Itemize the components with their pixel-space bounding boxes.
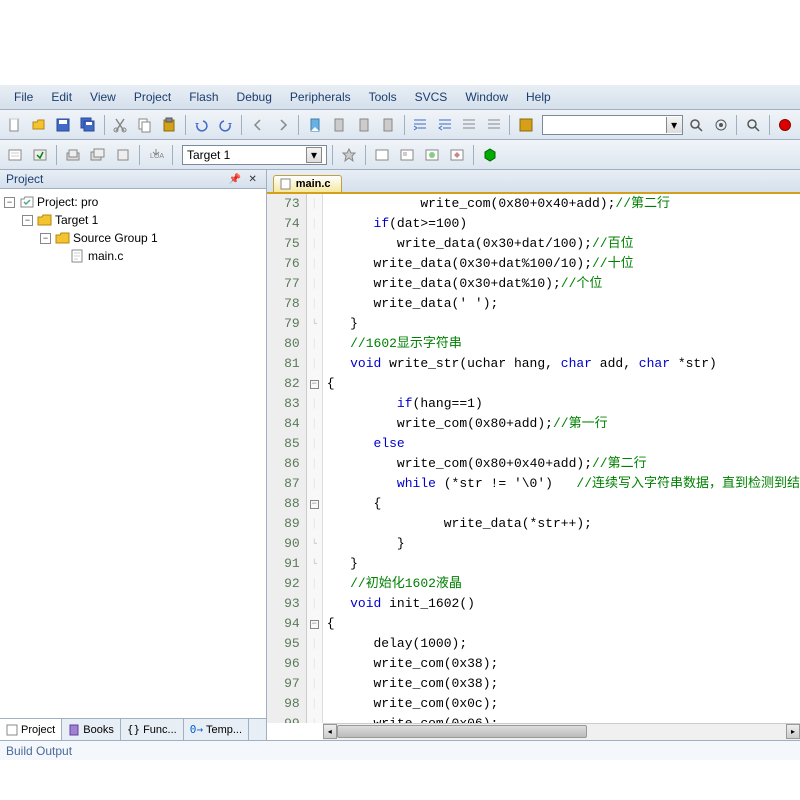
group-label: Source Group 1: [73, 231, 158, 245]
translate-icon[interactable]: [4, 144, 26, 166]
project-icon: [19, 195, 35, 209]
build-toolbar: LOAD Target 1 ▾: [0, 140, 800, 170]
tab-project[interactable]: Project: [0, 719, 62, 740]
menu-window[interactable]: Window: [457, 88, 516, 106]
target-label: Target 1: [55, 213, 98, 227]
build-output-title: Build Output: [6, 744, 72, 758]
main-toolbar: ▾: [0, 110, 800, 140]
c-file-icon: [70, 249, 86, 263]
menu-bar: FileEditViewProjectFlashDebugPeripherals…: [0, 85, 800, 110]
batch-build-icon[interactable]: [87, 144, 109, 166]
tab-templates[interactable]: 0→Temp...: [184, 719, 249, 740]
close-panel-icon[interactable]: ✕: [246, 172, 260, 186]
rebuild-icon[interactable]: [62, 144, 84, 166]
manage-3-icon[interactable]: [421, 144, 443, 166]
paste-icon[interactable]: [158, 114, 179, 136]
find-icon[interactable]: [515, 114, 536, 136]
nav-fwd-icon[interactable]: [272, 114, 293, 136]
horizontal-scrollbar[interactable]: ◂ ▸: [323, 723, 800, 740]
find-in-files-icon[interactable]: [686, 114, 707, 136]
build-icon[interactable]: [29, 144, 51, 166]
menu-flash[interactable]: Flash: [181, 88, 226, 106]
scroll-left-icon[interactable]: ◂: [323, 724, 337, 739]
panel-title: Project: [6, 172, 43, 186]
code-editor[interactable]: 7374757677787980818283848586878889909192…: [267, 194, 800, 723]
search-combo[interactable]: ▾: [542, 115, 683, 135]
menu-project[interactable]: Project: [126, 88, 179, 106]
menu-peripherals[interactable]: Peripherals: [282, 88, 359, 106]
fold-gutter[interactable]: ││││││└││−│││││−│└└││−│││││: [307, 194, 323, 723]
folder-icon: [37, 213, 53, 227]
undo-icon[interactable]: [191, 114, 212, 136]
project-panel-tabs: Project Books {}Func... 0→Temp...: [0, 718, 266, 740]
save-all-icon[interactable]: [77, 114, 98, 136]
stop-build-icon[interactable]: [112, 144, 134, 166]
project-tree[interactable]: − Project: pro − Target 1 − Source Group…: [0, 189, 266, 718]
copy-icon[interactable]: [134, 114, 155, 136]
manage-2-icon[interactable]: [396, 144, 418, 166]
project-panel: Project 📌 ✕ − Project: pro − Target 1 − …: [0, 170, 267, 740]
scroll-right-icon[interactable]: ▸: [786, 724, 800, 739]
nav-back-icon[interactable]: [247, 114, 268, 136]
menu-svcs[interactable]: SVCS: [407, 88, 456, 106]
target-combo-value: Target 1: [187, 148, 230, 162]
collapse-icon[interactable]: −: [22, 215, 33, 226]
redo-icon[interactable]: [215, 114, 236, 136]
menu-help[interactable]: Help: [518, 88, 559, 106]
line-gutter: 7374757677787980818283848586878889909192…: [267, 194, 307, 723]
title-bar-area: [0, 0, 800, 85]
record-icon[interactable]: [775, 114, 796, 136]
editor-tab-label: main.c: [296, 178, 331, 190]
new-file-icon[interactable]: [4, 114, 25, 136]
chevron-down-icon: ▾: [306, 147, 322, 163]
menu-file[interactable]: File: [6, 88, 41, 106]
bookmark-icon[interactable]: [304, 114, 325, 136]
options-icon[interactable]: [338, 144, 360, 166]
build-output-panel: Build Output: [0, 740, 800, 760]
menu-debug[interactable]: Debug: [229, 88, 280, 106]
folder-icon: [55, 231, 71, 245]
cut-icon[interactable]: [110, 114, 131, 136]
open-icon[interactable]: [28, 114, 49, 136]
manage-1-icon[interactable]: [371, 144, 393, 166]
code-content[interactable]: write_com(0x80+0x40+add);//第二行 if(dat>=1…: [323, 194, 800, 723]
collapse-icon[interactable]: −: [4, 197, 15, 208]
scrollbar-thumb[interactable]: [337, 725, 587, 738]
save-icon[interactable]: [53, 114, 74, 136]
uncomment-icon[interactable]: [483, 114, 504, 136]
menu-view[interactable]: View: [82, 88, 124, 106]
indent-icon[interactable]: [410, 114, 431, 136]
editor-tabs: main.c: [267, 170, 800, 194]
project-root-label: Project: pro: [37, 195, 98, 209]
target-combo[interactable]: Target 1 ▾: [182, 145, 327, 165]
bookmark3-icon[interactable]: [353, 114, 374, 136]
project-panel-header: Project 📌 ✕: [0, 170, 266, 189]
outdent-icon[interactable]: [434, 114, 455, 136]
manage-4-icon[interactable]: [446, 144, 468, 166]
bookmark4-icon[interactable]: [377, 114, 398, 136]
bookmark2-icon[interactable]: [329, 114, 350, 136]
menu-edit[interactable]: Edit: [43, 88, 80, 106]
file-label: main.c: [88, 249, 123, 263]
c-file-icon: [280, 178, 292, 190]
menu-tools[interactable]: Tools: [361, 88, 405, 106]
pack-installer-icon[interactable]: [479, 144, 501, 166]
tab-books[interactable]: Books: [62, 719, 121, 740]
pin-icon[interactable]: 📌: [228, 172, 242, 186]
debug-target-icon[interactable]: [710, 114, 731, 136]
collapse-icon[interactable]: −: [40, 233, 51, 244]
editor-tab-main[interactable]: main.c: [273, 175, 342, 192]
comment-icon[interactable]: [458, 114, 479, 136]
tab-functions[interactable]: {}Func...: [121, 719, 184, 740]
editor-area: main.c 737475767778798081828384858687888…: [267, 170, 800, 740]
download-icon[interactable]: LOAD: [145, 144, 167, 166]
debug-icon[interactable]: [742, 114, 763, 136]
